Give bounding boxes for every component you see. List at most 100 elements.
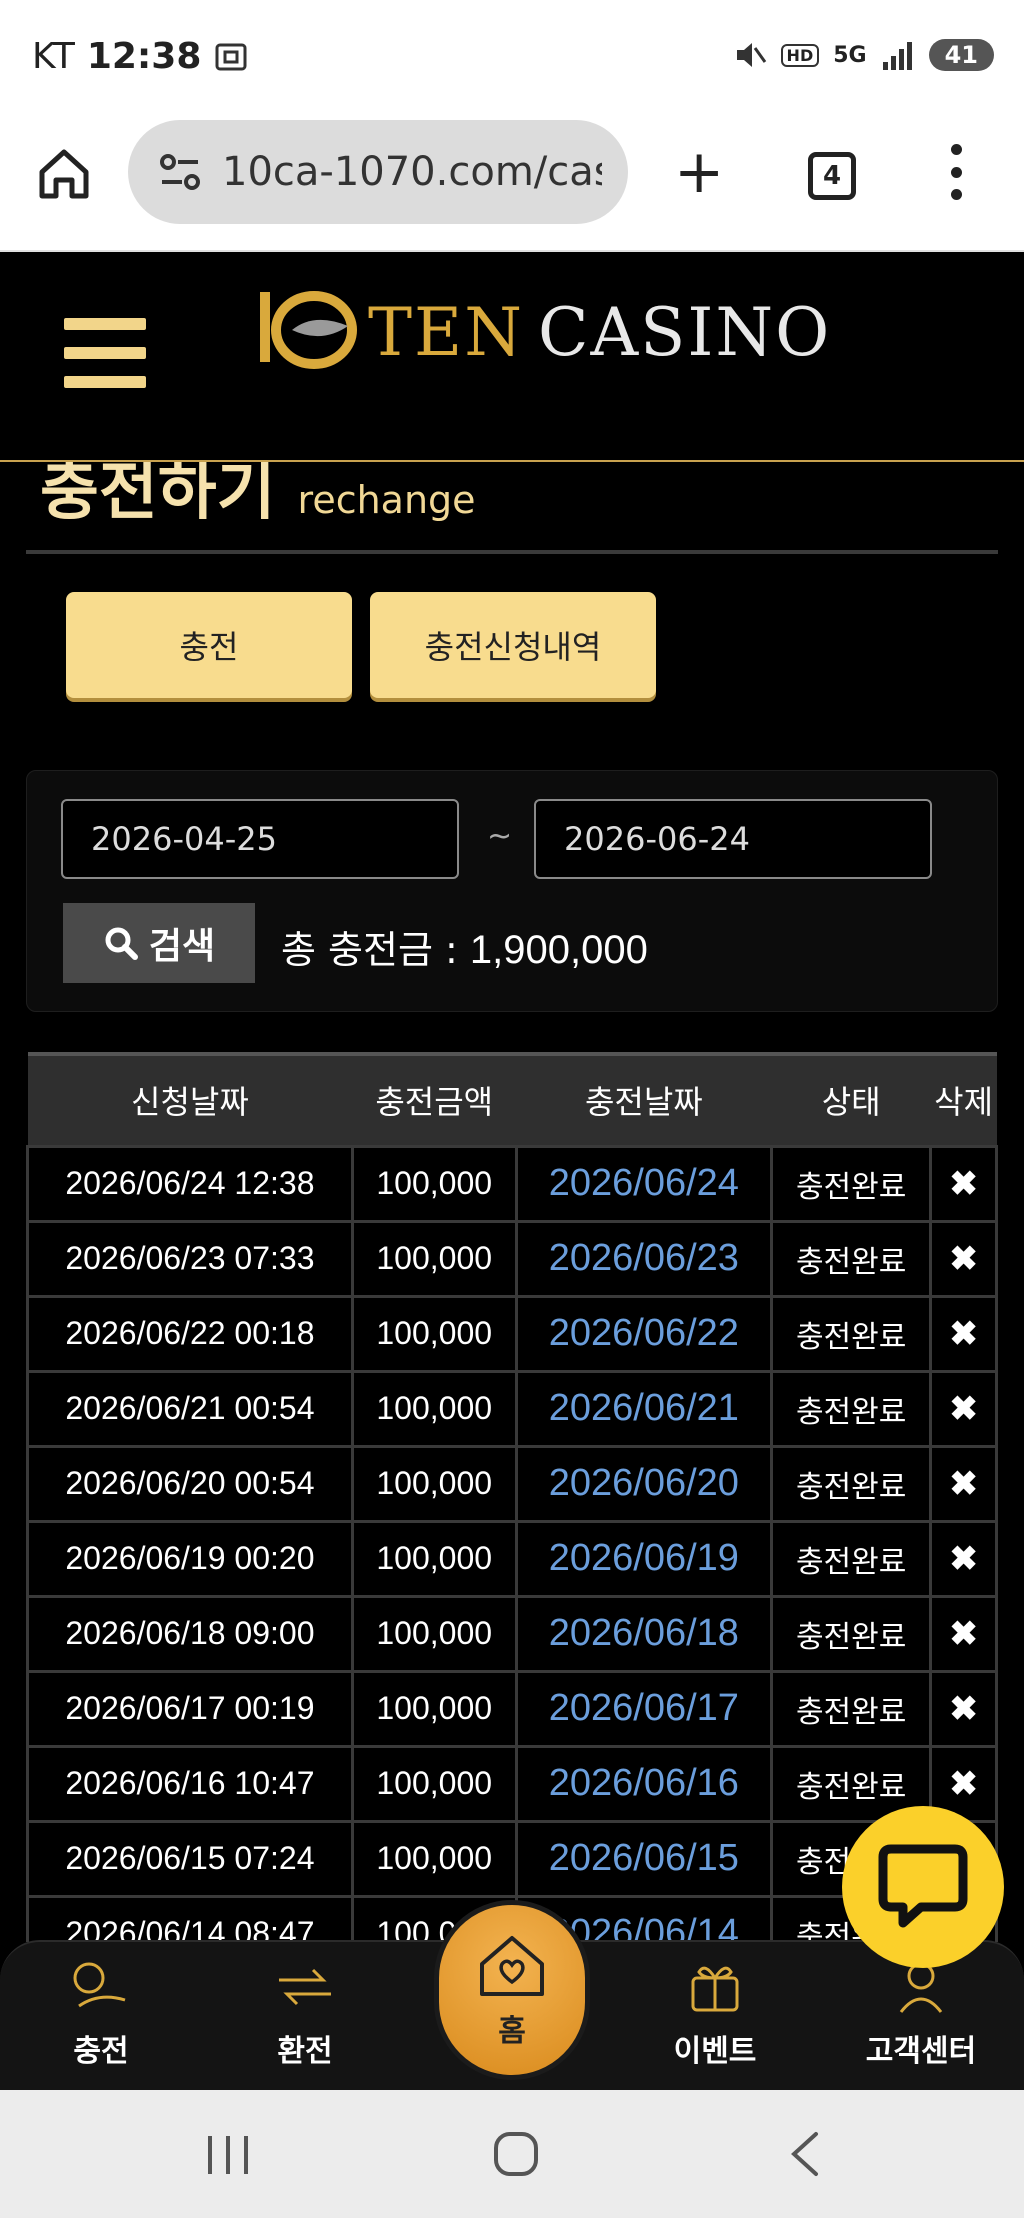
hd-icon: HD <box>780 43 820 67</box>
cell-amount: 100,000 <box>350 1819 518 1898</box>
url-text: 10ca-1070.com/cash <box>222 149 602 195</box>
cell-requested: 2026/06/21 00:54 <box>26 1369 354 1448</box>
nav-event[interactable]: 이벤트 <box>640 1942 790 2092</box>
nav-exchange-label: 환전 <box>277 2034 333 2069</box>
cell-requested: 2026/06/15 07:24 <box>26 1819 354 1898</box>
browser-toolbar: 10ca-1070.com/cash + 4 <box>0 116 1024 252</box>
date-to-input[interactable]: 2026-06-24 <box>534 799 932 879</box>
search-panel: 2026-04-25 ~ 2026-06-24 검색 총 충전금 : 1,900… <box>26 770 998 1012</box>
cell-charged-date[interactable]: 2026/06/22 <box>514 1294 774 1373</box>
nav-event-label: 이벤트 <box>673 2034 757 2069</box>
delete-button[interactable]: ✖ <box>929 1369 998 1448</box>
status-bar: KT 12:38 HD 5G 41 <box>0 0 1024 116</box>
recent-apps-icon[interactable] <box>204 2134 252 2176</box>
cell-charged-date[interactable]: 2026/06/20 <box>514 1444 774 1523</box>
tab-charge[interactable]: 충전 <box>66 592 352 698</box>
table-header-row: 신청날짜 충전금액 충전날짜 상태 삭제 <box>27 1052 997 1146</box>
cell-requested: 2026/06/14 08:47 <box>26 1894 354 1942</box>
address-bar[interactable]: 10ca-1070.com/cash <box>128 120 628 224</box>
total-charge: 총 충전금 : 1,900,000 <box>281 919 648 974</box>
cell-amount: 100,000 <box>350 1594 518 1673</box>
cell-requested: 2026/06/17 00:19 <box>26 1669 354 1748</box>
hamburger-icon[interactable] <box>64 318 146 388</box>
tab-charge-history[interactable]: 충전신청내역 <box>370 592 656 698</box>
more-vert-icon[interactable] <box>944 140 968 204</box>
carrier-label: KT <box>32 36 75 77</box>
total-label: 총 충전금 : <box>281 928 458 972</box>
chat-button[interactable] <box>842 1806 1004 1968</box>
site-header: TEN CASINO <box>0 252 1024 462</box>
title-divider <box>26 550 998 554</box>
cell-charged-date[interactable]: 2026/06/16 <box>514 1744 774 1823</box>
search-button[interactable]: 검색 <box>63 903 255 983</box>
signal-icon <box>882 42 912 70</box>
delete-button[interactable]: ✖ <box>929 1294 998 1373</box>
search-button-label: 검색 <box>148 926 216 967</box>
cell-amount: 100,000 <box>350 1219 518 1298</box>
nav-home[interactable]: 홈 <box>434 1900 590 2080</box>
cell-requested: 2026/06/22 00:18 <box>26 1294 354 1373</box>
cell-requested: 2026/06/18 09:00 <box>26 1594 354 1673</box>
header-status: 상태 <box>771 1052 931 1146</box>
cell-status: 충전완료 <box>770 1669 933 1748</box>
cell-status: 충전완료 <box>770 1444 933 1523</box>
nav-charge[interactable]: 충전 <box>26 1942 176 2092</box>
system-nav-bar <box>0 2090 1024 2218</box>
logo-text: TEN CASINO <box>368 293 832 371</box>
cell-requested: 2026/06/20 00:54 <box>26 1444 354 1523</box>
page-title-en: rechange <box>297 478 476 522</box>
header-amount: 충전금액 <box>352 1052 517 1146</box>
battery-indicator: 41 <box>928 39 994 71</box>
heart-house-icon <box>480 1936 544 1996</box>
header-delete: 삭제 <box>930 1052 997 1146</box>
delete-button[interactable]: ✖ <box>929 1444 998 1523</box>
charge-history-table: 신청날짜 충전금액 충전날짜 상태 삭제 2026/06/24 12:38 100… <box>26 1052 998 1942</box>
cell-requested: 2026/06/24 12:38 <box>26 1144 354 1223</box>
nav-exchange[interactable]: 환전 <box>230 1942 380 2092</box>
cell-charged-date[interactable]: 2026/06/15 <box>514 1819 774 1898</box>
back-icon[interactable] <box>786 2130 822 2178</box>
table-row: 2026/06/16 10:47 100,000 2026/06/16 충전완료 ✖ <box>26 1744 998 1823</box>
cell-status: 충전완료 <box>770 1294 933 1373</box>
cell-status: 충전완료 <box>770 1219 933 1298</box>
cell-charged-date[interactable]: 2026/06/21 <box>514 1369 774 1448</box>
cell-status: 충전완료 <box>770 1519 933 1598</box>
nav-support-label: 고객센터 <box>865 2034 977 2069</box>
header-charged: 충전날짜 <box>516 1052 772 1146</box>
logo-mark-icon <box>260 291 357 369</box>
gift-icon <box>691 1966 739 2012</box>
delete-button[interactable]: ✖ <box>929 1219 998 1298</box>
cell-charged-date[interactable]: 2026/06/24 <box>514 1144 774 1223</box>
cell-amount: 100,000 <box>350 1669 518 1748</box>
cell-charged-date[interactable]: 2026/06/18 <box>514 1594 774 1673</box>
status-right: HD 5G 41 <box>733 38 994 72</box>
table-row: 2026/06/17 00:19 100,000 2026/06/17 충전완료 ✖ <box>26 1669 998 1748</box>
cell-amount: 100,000 <box>350 1294 518 1373</box>
screenshot-icon <box>215 43 247 70</box>
status-left: KT 12:38 <box>32 36 249 77</box>
cell-charged-date[interactable]: 2026/06/17 <box>514 1669 774 1748</box>
nav-home-label: 홈 <box>498 2014 526 2049</box>
cell-charged-date[interactable]: 2026/06/23 <box>514 1219 774 1298</box>
new-tab-button[interactable]: + <box>674 142 724 202</box>
table-row: 2026/06/19 00:20 100,000 2026/06/19 충전완료 ✖ <box>26 1519 998 1598</box>
home-nav-icon[interactable] <box>492 2130 540 2178</box>
cell-amount: 100,000 <box>350 1144 518 1223</box>
table-row: 2026/06/20 00:54 100,000 2026/06/20 충전완료 ✖ <box>26 1444 998 1523</box>
cell-charged-date[interactable]: 2026/06/19 <box>514 1519 774 1598</box>
chat-icon <box>878 1844 968 1928</box>
site-info-icon[interactable] <box>158 152 202 192</box>
cell-requested: 2026/06/16 10:47 <box>26 1744 354 1823</box>
table-row: 2026/06/23 07:33 100,000 2026/06/23 충전완료 ✖ <box>26 1219 998 1298</box>
delete-button[interactable]: ✖ <box>929 1519 998 1598</box>
date-from-input[interactable]: 2026-04-25 <box>61 799 459 879</box>
table-row: 2026/06/24 12:38 100,000 2026/06/24 충전완료 ✖ <box>26 1144 998 1223</box>
home-icon[interactable] <box>36 146 92 202</box>
delete-button[interactable]: ✖ <box>929 1594 998 1673</box>
site-logo[interactable]: TEN CASINO <box>252 282 831 382</box>
network-label: 5G <box>833 42 867 68</box>
table-row: 2026/06/18 09:00 100,000 2026/06/18 충전완료 ✖ <box>26 1594 998 1673</box>
delete-button[interactable]: ✖ <box>929 1669 998 1748</box>
delete-button[interactable]: ✖ <box>929 1144 998 1223</box>
tab-switcher-button[interactable]: 4 <box>808 152 856 200</box>
